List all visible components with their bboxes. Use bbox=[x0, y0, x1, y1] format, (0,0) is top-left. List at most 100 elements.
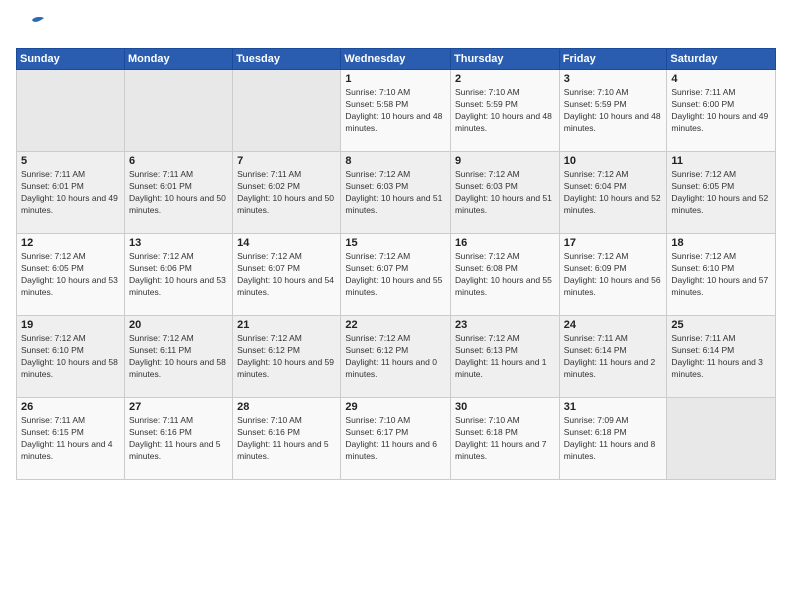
calendar-cell: 23 Sunrise: 7:12 AMSunset: 6:13 PMDayligh… bbox=[451, 316, 560, 398]
day-detail: Sunrise: 7:10 AMSunset: 6:16 PMDaylight:… bbox=[237, 415, 336, 463]
calendar-cell: 9Sunrise: 7:12 AMSunset: 6:03 PMDaylight… bbox=[451, 152, 560, 234]
day-detail: Sunrise: 7:12 AMSunset: 6:03 PMDaylight:… bbox=[345, 169, 446, 217]
day-number: 6 bbox=[129, 155, 228, 167]
calendar-cell: 24 Sunrise: 7:11 AMSunset: 6:14 PMDayligh… bbox=[559, 316, 667, 398]
weekday-header-row: SundayMondayTuesdayWednesdayThursdayFrid… bbox=[17, 49, 776, 70]
day-detail: Sunrise: 7:10 AMSunset: 5:59 PMDaylight:… bbox=[455, 87, 555, 135]
calendar-cell: 22Sunrise: 7:12 AMSunset: 6:12 PMDayligh… bbox=[341, 316, 451, 398]
calendar-cell: 20 Sunrise: 7:12 AMSunset: 6:11 PMDayligh… bbox=[125, 316, 233, 398]
day-number: 5 bbox=[21, 155, 120, 167]
weekday-header-tuesday: Tuesday bbox=[233, 49, 341, 70]
header bbox=[16, 16, 776, 38]
day-number: 16 bbox=[455, 237, 555, 249]
weekday-header-sunday: Sunday bbox=[17, 49, 125, 70]
calendar-cell: 5 Sunrise: 7:11 AMSunset: 6:01 PMDaylight… bbox=[17, 152, 125, 234]
day-number: 1 bbox=[345, 73, 446, 85]
weekday-header-friday: Friday bbox=[559, 49, 667, 70]
day-number: 22 bbox=[345, 319, 446, 331]
calendar-cell: 31Sunrise: 7:09 AMSunset: 6:18 PMDayligh… bbox=[559, 398, 667, 480]
calendar-cell: 26Sunrise: 7:11 AMSunset: 6:15 PMDayligh… bbox=[17, 398, 125, 480]
calendar-week-row: 1 Sunrise: 7:10 AMSunset: 5:58 PMDaylight… bbox=[17, 70, 776, 152]
day-number: 28 bbox=[237, 401, 336, 413]
day-detail: Sunrise: 7:11 AMSunset: 6:15 PMDaylight:… bbox=[21, 415, 120, 463]
day-number: 18 bbox=[671, 237, 771, 249]
day-number: 10 bbox=[564, 155, 663, 167]
calendar-cell: 3Sunrise: 7:10 AMSunset: 5:59 PMDaylight… bbox=[559, 70, 667, 152]
day-number: 11 bbox=[671, 155, 771, 167]
calendar-cell: 13Sunrise: 7:12 AMSunset: 6:06 PMDayligh… bbox=[125, 234, 233, 316]
day-detail: Sunrise: 7:12 AMSunset: 6:05 PMDaylight:… bbox=[671, 169, 771, 217]
calendar-cell: 16 Sunrise: 7:12 AMSunset: 6:08 PMDayligh… bbox=[451, 234, 560, 316]
day-number: 21 bbox=[237, 319, 336, 331]
day-detail: Sunrise: 7:11 AMSunset: 6:14 PMDaylight:… bbox=[671, 333, 771, 381]
calendar-cell: 18 Sunrise: 7:12 AMSunset: 6:10 PMDayligh… bbox=[667, 234, 776, 316]
calendar-cell: 25 Sunrise: 7:11 AMSunset: 6:14 PMDayligh… bbox=[667, 316, 776, 398]
day-detail: Sunrise: 7:12 AMSunset: 6:05 PMDaylight:… bbox=[21, 251, 120, 299]
day-number: 23 bbox=[455, 319, 555, 331]
day-detail: Sunrise: 7:12 AMSunset: 6:06 PMDaylight:… bbox=[129, 251, 228, 299]
day-number: 14 bbox=[237, 237, 336, 249]
calendar-week-row: 19Sunrise: 7:12 AMSunset: 6:10 PMDayligh… bbox=[17, 316, 776, 398]
day-detail: Sunrise: 7:11 AMSunset: 6:16 PMDaylight:… bbox=[129, 415, 228, 463]
page: SundayMondayTuesdayWednesdayThursdayFrid… bbox=[0, 0, 792, 612]
calendar-cell: 4 Sunrise: 7:11 AMSunset: 6:00 PMDaylight… bbox=[667, 70, 776, 152]
day-detail: Sunrise: 7:12 AMSunset: 6:07 PMDaylight:… bbox=[345, 251, 446, 299]
calendar-cell: 2 Sunrise: 7:10 AMSunset: 5:59 PMDaylight… bbox=[451, 70, 560, 152]
day-number: 7 bbox=[237, 155, 336, 167]
calendar-cell: 12Sunrise: 7:12 AMSunset: 6:05 PMDayligh… bbox=[17, 234, 125, 316]
day-detail: Sunrise: 7:11 AMSunset: 6:01 PMDaylight:… bbox=[21, 169, 120, 217]
day-detail: Sunrise: 7:12 AMSunset: 6:08 PMDaylight:… bbox=[455, 251, 555, 299]
day-detail: Sunrise: 7:12 AMSunset: 6:13 PMDaylight:… bbox=[455, 333, 555, 381]
calendar-cell: 30 Sunrise: 7:10 AMSunset: 6:18 PMDayligh… bbox=[451, 398, 560, 480]
day-detail: Sunrise: 7:10 AMSunset: 5:59 PMDaylight:… bbox=[564, 87, 663, 135]
day-number: 24 bbox=[564, 319, 663, 331]
day-number: 30 bbox=[455, 401, 555, 413]
calendar-cell: 6 Sunrise: 7:11 AMSunset: 6:01 PMDaylight… bbox=[125, 152, 233, 234]
calendar-cell: 17Sunrise: 7:12 AMSunset: 6:09 PMDayligh… bbox=[559, 234, 667, 316]
day-number: 4 bbox=[671, 73, 771, 85]
day-detail: Sunrise: 7:12 AMSunset: 6:12 PMDaylight:… bbox=[237, 333, 336, 381]
calendar-cell bbox=[667, 398, 776, 480]
day-number: 15 bbox=[345, 237, 446, 249]
day-detail: Sunrise: 7:12 AMSunset: 6:07 PMDaylight:… bbox=[237, 251, 336, 299]
day-detail: Sunrise: 7:12 AMSunset: 6:11 PMDaylight:… bbox=[129, 333, 228, 381]
calendar-cell: 28 Sunrise: 7:10 AMSunset: 6:16 PMDayligh… bbox=[233, 398, 341, 480]
weekday-header-wednesday: Wednesday bbox=[341, 49, 451, 70]
calendar-cell: 19Sunrise: 7:12 AMSunset: 6:10 PMDayligh… bbox=[17, 316, 125, 398]
day-detail: Sunrise: 7:11 AMSunset: 6:01 PMDaylight:… bbox=[129, 169, 228, 217]
logo-bird-icon bbox=[18, 16, 46, 38]
day-number: 17 bbox=[564, 237, 663, 249]
day-detail: Sunrise: 7:11 AMSunset: 6:02 PMDaylight:… bbox=[237, 169, 336, 217]
calendar-cell: 11 Sunrise: 7:12 AMSunset: 6:05 PMDayligh… bbox=[667, 152, 776, 234]
calendar-cell bbox=[17, 70, 125, 152]
calendar-cell: 10 Sunrise: 7:12 AMSunset: 6:04 PMDayligh… bbox=[559, 152, 667, 234]
day-detail: Sunrise: 7:12 AMSunset: 6:04 PMDaylight:… bbox=[564, 169, 663, 217]
day-number: 2 bbox=[455, 73, 555, 85]
day-detail: Sunrise: 7:12 AMSunset: 6:03 PMDaylight:… bbox=[455, 169, 555, 217]
calendar-week-row: 5 Sunrise: 7:11 AMSunset: 6:01 PMDaylight… bbox=[17, 152, 776, 234]
calendar-cell: 14 Sunrise: 7:12 AMSunset: 6:07 PMDayligh… bbox=[233, 234, 341, 316]
day-detail: Sunrise: 7:09 AMSunset: 6:18 PMDaylight:… bbox=[564, 415, 663, 463]
day-detail: Sunrise: 7:11 AMSunset: 6:00 PMDaylight:… bbox=[671, 87, 771, 135]
day-detail: Sunrise: 7:11 AMSunset: 6:14 PMDaylight:… bbox=[564, 333, 663, 381]
calendar-cell: 21 Sunrise: 7:12 AMSunset: 6:12 PMDayligh… bbox=[233, 316, 341, 398]
weekday-header-saturday: Saturday bbox=[667, 49, 776, 70]
weekday-header-thursday: Thursday bbox=[451, 49, 560, 70]
day-detail: Sunrise: 7:10 AMSunset: 6:17 PMDaylight:… bbox=[345, 415, 446, 463]
calendar-cell: 15 Sunrise: 7:12 AMSunset: 6:07 PMDayligh… bbox=[341, 234, 451, 316]
calendar-table: SundayMondayTuesdayWednesdayThursdayFrid… bbox=[16, 48, 776, 480]
calendar-week-row: 26Sunrise: 7:11 AMSunset: 6:15 PMDayligh… bbox=[17, 398, 776, 480]
day-detail: Sunrise: 7:10 AMSunset: 6:18 PMDaylight:… bbox=[455, 415, 555, 463]
day-detail: Sunrise: 7:10 AMSunset: 5:58 PMDaylight:… bbox=[345, 87, 446, 135]
day-number: 25 bbox=[671, 319, 771, 331]
day-detail: Sunrise: 7:12 AMSunset: 6:10 PMDaylight:… bbox=[671, 251, 771, 299]
day-detail: Sunrise: 7:12 AMSunset: 6:10 PMDaylight:… bbox=[21, 333, 120, 381]
day-number: 20 bbox=[129, 319, 228, 331]
calendar-cell: 27 Sunrise: 7:11 AMSunset: 6:16 PMDayligh… bbox=[125, 398, 233, 480]
day-number: 27 bbox=[129, 401, 228, 413]
calendar-cell: 29 Sunrise: 7:10 AMSunset: 6:17 PMDayligh… bbox=[341, 398, 451, 480]
calendar-cell: 7 Sunrise: 7:11 AMSunset: 6:02 PMDaylight… bbox=[233, 152, 341, 234]
weekday-header-monday: Monday bbox=[125, 49, 233, 70]
day-number: 29 bbox=[345, 401, 446, 413]
calendar-cell bbox=[125, 70, 233, 152]
